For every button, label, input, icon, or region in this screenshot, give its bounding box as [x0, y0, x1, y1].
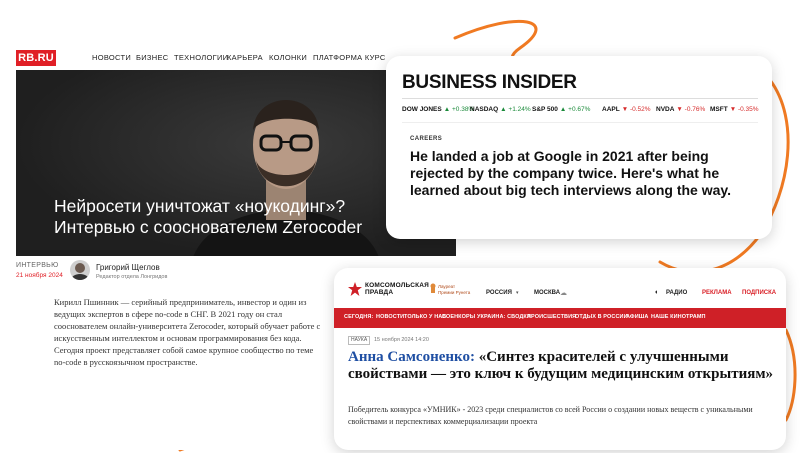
radio-icon: ◖ [654, 289, 659, 296]
award-icon [430, 283, 436, 293]
rb-logo[interactable]: RB.RU [16, 50, 56, 66]
kp-nav-ukraine[interactable]: УКРАИНА: СВОДКА [477, 314, 531, 320]
kp-category-badge[interactable]: НАУКА [348, 336, 371, 345]
rb-author-name[interactable]: Григорий Щеглов [96, 263, 160, 272]
subscribe-link[interactable]: ПОДПИСКА [742, 290, 776, 296]
rb-nav-platform[interactable]: ПЛАТФОРМА КУРС [313, 53, 386, 62]
rb-nav-business[interactable]: БИЗНЕС [136, 53, 168, 62]
rb-date: 21 ноября 2024 [16, 272, 63, 279]
kp-star-icon [348, 282, 362, 296]
kp-nav-warcorr[interactable]: ВОЕНКОРЫ [442, 314, 475, 320]
bi-section-label[interactable]: CAREERS [410, 136, 442, 142]
stock-ticker: DOW JONES ▲ +0.38% NASDAQ ▲ +1.24% S&P 500… [402, 106, 762, 118]
rb-rubric[interactable]: ИНТЕРВЬЮ [16, 262, 58, 269]
ticker-item[interactable]: MSFT ▼ -0.35% [710, 106, 759, 113]
kp-nav-exclusive[interactable]: ТОЛЬКО У НАС [404, 314, 446, 320]
bi-article-card: BUSINESS INSIDER DOW JONES ▲ +0.38% NASDA… [386, 56, 772, 239]
kp-article-card: КОМСОМОЛЬСКАЯ ПРАВДА Лауреат Премии Руне… [334, 268, 786, 450]
ticker-item[interactable]: S&P 500 ▲ +0.67% [532, 106, 590, 113]
radio-link[interactable]: РАДИО [666, 290, 687, 296]
kp-award-text: Лауреат Премии Рунета [438, 284, 470, 295]
divider [402, 98, 758, 99]
ticker-item[interactable]: NASDAQ ▲ +1.24% [470, 106, 531, 113]
kp-nav-cinema[interactable]: НАШЕ КИНО [651, 314, 686, 320]
region-selector[interactable]: РОССИЯ [486, 290, 512, 296]
kp-date: 15 ноября 2024 14:20 [374, 337, 429, 343]
city-selector[interactable]: МОСКВА [534, 290, 560, 296]
rb-nav-career[interactable]: КАРЬЕРА [227, 53, 263, 62]
ticker-item[interactable]: NVDA ▼ -0.76% [656, 106, 705, 113]
kp-logo-line2: ПРАВДА [365, 288, 394, 296]
kp-nav-travel[interactable]: ОТДЫХ В РОССИИ [575, 314, 628, 320]
rb-nav-tech[interactable]: ТЕХНОЛОГИИ [174, 53, 228, 62]
kp-nav-afisha[interactable]: АФИША [626, 314, 648, 320]
kp-nav-today: СЕГОДНЯ: [344, 314, 374, 320]
author-avatar [70, 260, 90, 280]
ads-link[interactable]: РЕКЛАМА [702, 290, 732, 296]
rb-lead-paragraph: Кирилл Пшинник — серийный предпринимател… [54, 297, 321, 367]
bi-logo[interactable]: BUSINESS INSIDER [402, 72, 577, 94]
divider [402, 122, 758, 123]
kp-nav-news[interactable]: НОВОСТИ [376, 314, 404, 320]
kp-lead-paragraph: Победитель конкурса «УМНИК» - 2023 среди… [348, 405, 753, 426]
kp-header: КОМСОМОЛЬСКАЯ ПРАВДА Лауреат Премии Руне… [334, 268, 786, 308]
kp-navbar: СЕГОДНЯ: НОВОСТИ ТОЛЬКО У НАС ВОЕНКОРЫ У… [334, 308, 786, 328]
kp-logo[interactable]: КОМСОМОЛЬСКАЯ ПРАВДА [365, 282, 429, 296]
kp-nav-incidents[interactable]: ПРОИСШЕСТВИЯ [527, 314, 576, 320]
kp-nav-trump[interactable]: ТРАМП [686, 314, 706, 320]
bi-headline[interactable]: He landed a job at Google in 2021 after … [410, 148, 754, 199]
kp-award-line2: Премии Рунета [438, 289, 471, 295]
rb-nav-columns[interactable]: КОЛОНКИ [269, 53, 307, 62]
kp-headline-name: Анна Самсоненко: [348, 349, 475, 365]
rb-nav-news[interactable]: НОВОСТИ [92, 53, 131, 62]
weather-icon: ☁ [560, 290, 567, 297]
kp-headline[interactable]: Анна Самсоненко: «Синтез красителей с ул… [348, 349, 780, 383]
rb-author-role: Редактор отдела Лонгридов [96, 274, 168, 280]
chevron-down-icon[interactable]: ▾ [516, 290, 519, 296]
ticker-item[interactable]: DOW JONES ▲ +0.38% [402, 106, 474, 113]
ticker-item[interactable]: AAPL ▼ -0.52% [602, 106, 651, 113]
